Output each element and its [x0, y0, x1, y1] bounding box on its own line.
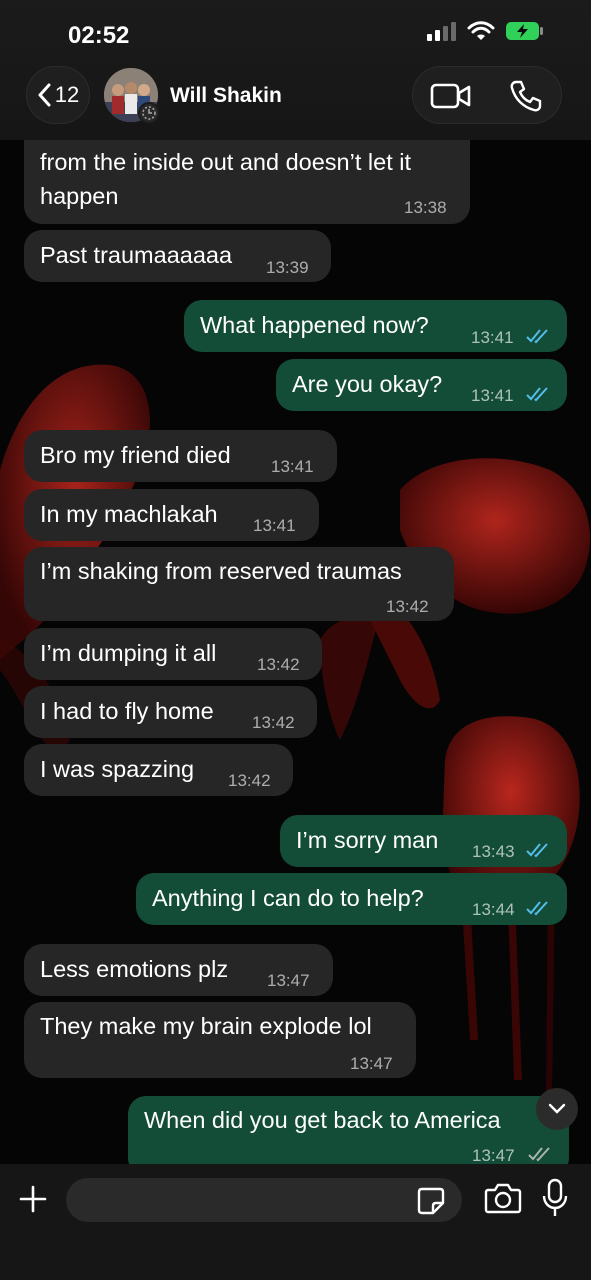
message-text: Past traumaaaaaa	[40, 242, 233, 268]
message-input[interactable]	[66, 1178, 462, 1222]
message-time: 13:41	[471, 386, 514, 405]
message-outgoing[interactable]: Anything I can do to help? 13:44	[136, 873, 567, 925]
voice-call-button[interactable]	[488, 67, 563, 125]
message-incoming[interactable]: They make my brain explode lol 13:47	[24, 1002, 416, 1078]
message-text: Are you okay?	[292, 371, 443, 397]
signal-icon	[427, 22, 456, 41]
back-button[interactable]: 12	[26, 66, 90, 124]
message-outgoing[interactable]: I’m sorry man 13:43	[280, 815, 567, 867]
double-check-icon	[526, 901, 548, 916]
camera-icon	[484, 1183, 522, 1214]
message-time: 13:42	[228, 771, 271, 790]
message-text: I was spazzing	[40, 756, 195, 782]
message-text: I had to fly home	[40, 698, 214, 724]
camera-button[interactable]	[484, 1182, 522, 1216]
message-text: Anything I can do to help?	[152, 885, 424, 911]
message-text: What happened now?	[200, 312, 429, 338]
composer-bar	[0, 1164, 591, 1280]
message-time: 13:38	[404, 198, 447, 217]
sticker-icon	[417, 1187, 445, 1215]
video-call-icon	[430, 83, 470, 109]
double-check-icon	[526, 843, 548, 858]
double-check-icon	[526, 329, 548, 344]
message-text: I’m shaking from reserved traumas	[40, 558, 402, 584]
double-check-icon	[528, 1147, 550, 1162]
disappearing-timer-icon	[138, 102, 160, 124]
status-icons	[427, 20, 545, 42]
message-outgoing[interactable]: What happened now? 13:41	[184, 300, 567, 352]
message-time: 13:41	[471, 328, 514, 347]
message-time: 13:43	[472, 842, 515, 861]
plus-icon	[19, 1185, 47, 1213]
scroll-to-bottom-button[interactable]	[536, 1088, 578, 1130]
message-text: Bro my friend died	[40, 442, 231, 468]
message-incoming[interactable]: Bro my friend died 13:41	[24, 430, 337, 482]
message-text: Less emotions plz	[40, 956, 229, 982]
voice-message-button[interactable]	[540, 1178, 572, 1220]
message-time: 13:42	[252, 713, 295, 732]
message-time: 13:42	[386, 597, 429, 616]
message-time: 13:42	[257, 655, 300, 674]
message-incoming[interactable]: Less emotions plz 13:47	[24, 944, 333, 996]
unread-count: 12	[54, 82, 80, 107]
message-text-line: from the inside out and doesn’t let it	[40, 149, 411, 175]
message-time: 13:44	[472, 900, 515, 919]
message-incoming[interactable]: I’m shaking from reserved traumas 13:42	[24, 547, 454, 621]
message-text: When did you get back to America	[144, 1107, 501, 1133]
status-time: 02:52	[68, 22, 130, 49]
double-check-icon	[526, 387, 548, 402]
attach-button[interactable]	[16, 1178, 50, 1220]
call-actions	[412, 66, 562, 124]
wifi-icon	[467, 21, 495, 40]
sticker-button[interactable]	[416, 1186, 446, 1216]
message-text: In my machlakah	[40, 501, 218, 527]
contact-name[interactable]: Will Shakin	[170, 84, 282, 108]
message-incoming[interactable]: Past traumaaaaaa 13:39	[24, 230, 331, 282]
message-incoming[interactable]: In my machlakah 13:41	[24, 489, 319, 541]
message-text: I’m sorry man	[296, 827, 439, 853]
chat-header: 02:52 12 Will Shakin	[0, 0, 591, 140]
chevron-left-icon	[38, 83, 51, 107]
microphone-icon	[542, 1178, 568, 1216]
message-time: 13:47	[267, 971, 310, 990]
message-time: 13:41	[271, 457, 314, 476]
message-time: 13:39	[266, 258, 309, 277]
phone-icon	[510, 80, 541, 112]
video-call-button[interactable]	[413, 67, 488, 125]
message-incoming[interactable]: I’m dumping it all 13:42	[24, 628, 322, 680]
message-outgoing[interactable]: Are you okay? 13:41	[276, 359, 567, 411]
message-text: I’m dumping it all	[40, 640, 217, 666]
message-time: 13:47	[350, 1054, 393, 1073]
message-text-line: happen	[40, 183, 119, 209]
message-incoming[interactable]: I was spazzing 13:42	[24, 744, 293, 796]
battery-charging-icon	[506, 22, 543, 40]
message-text: They make my brain explode lol	[40, 1013, 372, 1039]
message-incoming[interactable]: I had to fly home 13:42	[24, 686, 317, 738]
message-time: 13:41	[253, 516, 296, 535]
chevron-down-icon	[548, 1103, 566, 1114]
